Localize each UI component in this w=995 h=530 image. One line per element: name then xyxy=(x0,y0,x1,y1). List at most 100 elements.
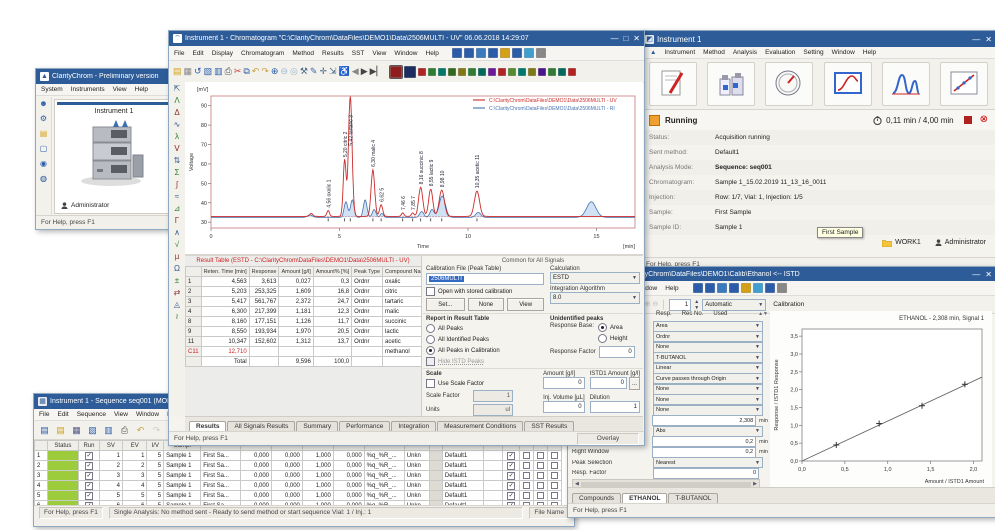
table-row[interactable]: 98,550193,9341,97020,5Ordnrlactic xyxy=(186,327,423,337)
setting-select[interactable]: Area▼ xyxy=(653,321,763,332)
new-icon[interactable]: ▤ xyxy=(38,424,51,437)
amount-input[interactable]: 0 xyxy=(543,377,584,389)
open-icon[interactable]: ▤ xyxy=(173,66,182,77)
istd-amount-input[interactable]: 0 xyxy=(590,377,627,389)
instrument-label[interactable]: Instrument 1 xyxy=(55,108,173,115)
signal-color-swatch[interactable] xyxy=(448,68,456,76)
sequence-row[interactable]: 3✓335Sample 1First Sa...0,0000,0001,0000… xyxy=(35,471,562,481)
table-row[interactable]: 35,417561,7672,37224,7Ordnrtartaric xyxy=(186,297,423,307)
inj-volume-input[interactable]: 0 xyxy=(543,401,584,413)
menu-item-help[interactable]: Help xyxy=(863,49,876,56)
view-label[interactable]: Calibration xyxy=(773,301,804,308)
table-row[interactable]: 88,160177,1511,12611,7Ordnrsuccinic xyxy=(186,317,423,327)
report-icon[interactable]: ▧ xyxy=(86,424,99,437)
sequence-row[interactable]: 2✓225Sample 1First Sa...0,0000,0001,0000… xyxy=(35,461,562,471)
setting-select[interactable]: Ordnr▼ xyxy=(653,331,763,342)
tab-measurement-conditions[interactable]: Measurement Conditions xyxy=(437,421,523,431)
menu-item-instrument[interactable]: Instrument xyxy=(664,49,695,56)
signal-color-swatch[interactable] xyxy=(458,68,466,76)
menu-item-window[interactable]: Window xyxy=(136,411,159,418)
overlay-indicator[interactable]: Overlay xyxy=(577,433,639,445)
setting-select[interactable]: None▼ xyxy=(653,342,763,353)
run-checkbox[interactable]: ✓ xyxy=(79,451,99,461)
save-icon[interactable]: ▦ xyxy=(184,66,193,77)
graph-tool-icon[interactable]: ⊿ xyxy=(170,204,184,214)
minimize-button[interactable]: — xyxy=(610,34,618,43)
zoom-out-icon[interactable]: ⊖ xyxy=(280,66,288,77)
signal-color-swatch[interactable] xyxy=(568,68,576,76)
redo-icon[interactable]: ↷ xyxy=(150,424,163,437)
radio-area[interactable]: Area xyxy=(598,323,627,332)
tab-t-butanol[interactable]: T-BUTANOL xyxy=(668,493,718,503)
table-row[interactable]: 1110,347152,6021,31213,7Ordnracetic xyxy=(186,337,423,347)
graph-tool-icon[interactable]: ⇄ xyxy=(170,288,184,298)
instrument-panel[interactable]: Instrument 1 Administrator xyxy=(54,99,174,214)
signal-color-swatch[interactable] xyxy=(478,68,486,76)
menu-toolbar-icon[interactable] xyxy=(524,48,534,58)
menu-item-view[interactable]: View xyxy=(372,50,386,57)
graph-tool-icon[interactable]: Λ xyxy=(170,96,184,106)
option-checkbox[interactable] xyxy=(520,471,534,481)
signal-color-swatch[interactable] xyxy=(528,68,536,76)
menu-toolbar-icon[interactable] xyxy=(536,48,546,58)
menu-toolbar-icon[interactable] xyxy=(500,48,510,58)
close-button[interactable]: ✕ xyxy=(633,34,640,43)
setting-select[interactable]: None▼ xyxy=(653,394,763,405)
set-button[interactable]: Set... xyxy=(426,298,465,311)
print-icon[interactable]: ⎙ xyxy=(118,424,131,437)
menu-toolbar-icon[interactable] xyxy=(452,48,462,58)
signal-color-swatch[interactable] xyxy=(468,68,476,76)
network-icon[interactable]: ◍ xyxy=(37,174,51,187)
menu-toolbar-icon[interactable] xyxy=(741,283,751,293)
menu-toolbar-icon[interactable] xyxy=(512,48,522,58)
graph-tool-icon[interactable]: Δ xyxy=(170,108,184,118)
preview-icon[interactable]: ▥ xyxy=(102,424,115,437)
menu-item-edit[interactable]: Edit xyxy=(57,411,68,418)
option-checkbox[interactable] xyxy=(520,481,534,491)
menu-item-window[interactable]: Window xyxy=(394,50,417,57)
response-factor-input[interactable]: 0 xyxy=(599,346,635,358)
device-monitor-button[interactable] xyxy=(765,62,813,106)
signal-color-swatch[interactable] xyxy=(488,68,496,76)
graph-tool-icon[interactable]: ≈ xyxy=(170,192,184,202)
menu-item-method[interactable]: Method xyxy=(292,50,314,57)
menu-item-help[interactable]: Help xyxy=(135,86,148,93)
signal-color-swatch[interactable] xyxy=(428,68,436,76)
setting-input[interactable]: 0,2 xyxy=(652,447,756,458)
zoom-reset-icon[interactable]: ◎ xyxy=(290,66,298,77)
setting-select[interactable]: None▼ xyxy=(653,384,763,395)
refresh-icon[interactable]: ↺ xyxy=(194,66,202,77)
radio-height[interactable]: Height xyxy=(598,334,627,343)
menu-item-edit[interactable]: Edit xyxy=(192,50,203,57)
graph-tool-icon[interactable]: √ xyxy=(170,240,184,250)
option-checkbox[interactable] xyxy=(533,461,547,471)
run-checkbox[interactable]: ✓ xyxy=(79,491,99,501)
setting-input[interactable]: 0 xyxy=(653,468,759,479)
calib-file-input[interactable]: 2506MULTI xyxy=(426,273,544,285)
setting-select[interactable]: Abs▼ xyxy=(653,426,763,437)
prev-icon[interactable]: ◀ xyxy=(352,66,359,77)
stop-icon[interactable] xyxy=(964,116,972,124)
signal-color-swatch[interactable] xyxy=(558,68,566,76)
preview-icon[interactable]: ▥ xyxy=(214,66,223,77)
tab-sst-results[interactable]: SST Results xyxy=(524,421,574,431)
chromatogram-button[interactable] xyxy=(882,62,930,106)
signal-color-swatch[interactable] xyxy=(548,68,556,76)
maximize-button[interactable]: □ xyxy=(623,34,628,43)
zoom-in-icon[interactable]: ⊕ xyxy=(271,66,279,77)
print-icon[interactable]: ⎙ xyxy=(225,66,232,77)
menu-toolbar-icon[interactable] xyxy=(464,48,474,58)
open-stored-checkbox[interactable]: Open with stored calibration xyxy=(426,287,544,296)
cut-icon[interactable]: ✂ xyxy=(234,66,242,77)
wheel-icon[interactable]: ♿ xyxy=(339,66,350,77)
option-checkbox[interactable] xyxy=(520,491,534,501)
dilution-input[interactable]: 1 xyxy=(590,401,640,413)
report-checkbox[interactable]: ✓ xyxy=(503,491,520,501)
menu-toolbar-icon[interactable] xyxy=(488,48,498,58)
calibration-curve-chart[interactable]: ETHANOL - 2,308 min, Signal 10,00,51,01,… xyxy=(770,311,992,499)
scale-icon[interactable]: ⇲ xyxy=(329,66,337,77)
folder-icon[interactable]: ▤ xyxy=(37,129,51,142)
signal-color-swatch[interactable] xyxy=(538,68,546,76)
sequence-row[interactable]: 4✓445Sample 1First Sa...0,0000,0001,0000… xyxy=(35,481,562,491)
sessions-icon[interactable]: ◉ xyxy=(37,159,51,172)
